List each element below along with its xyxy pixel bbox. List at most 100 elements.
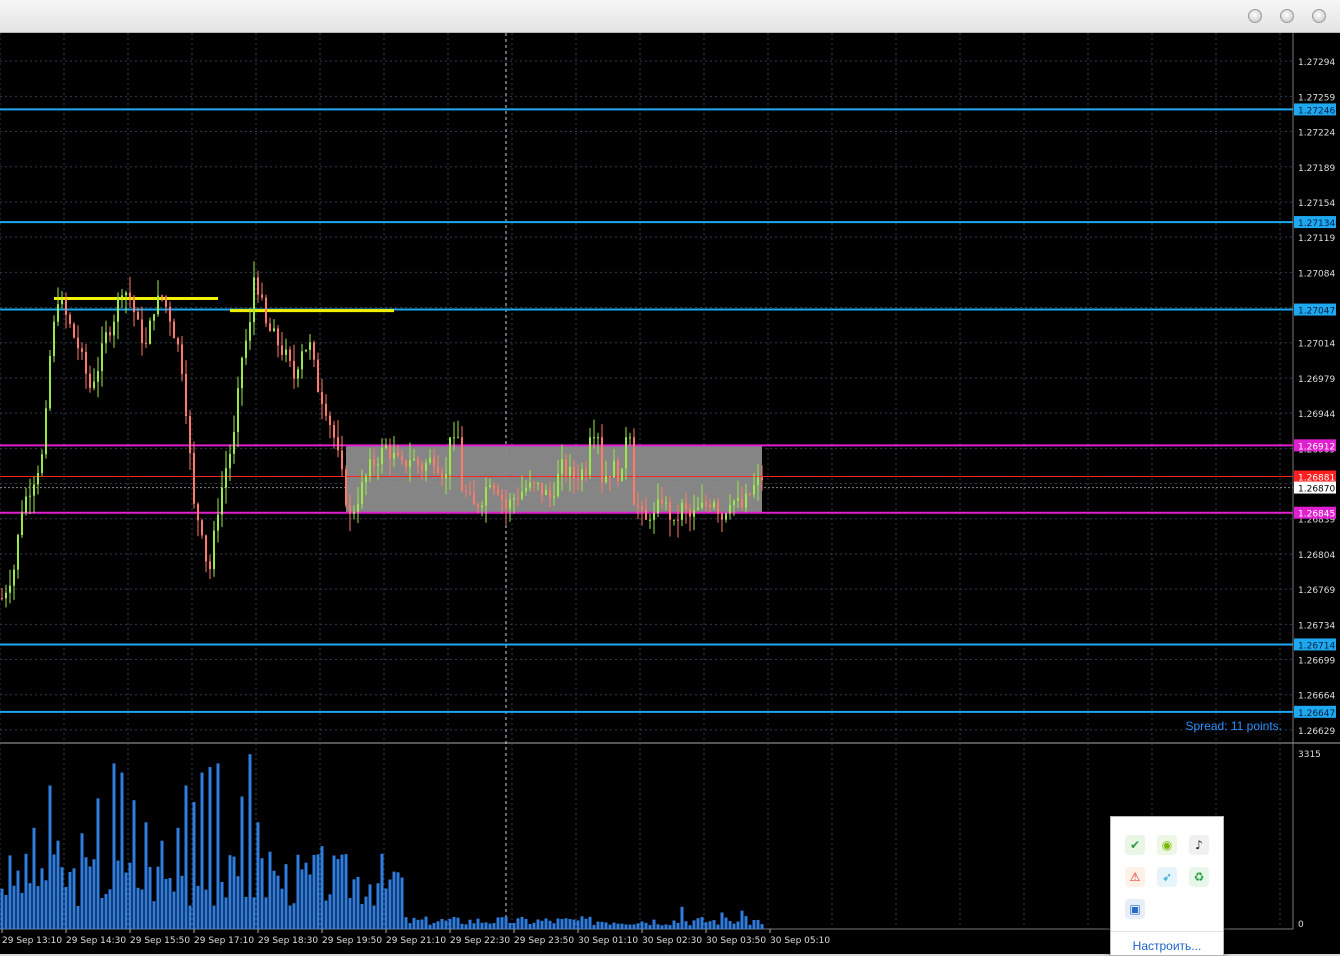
volume-bar: [156, 866, 160, 929]
time-tick-label: 29 Sep 15:50: [130, 936, 190, 946]
candle-body: [205, 535, 207, 562]
warning-icon[interactable]: ⚠: [1125, 867, 1145, 887]
volume-bar: [504, 916, 508, 929]
candle-body: [693, 509, 695, 517]
sound-icon[interactable]: ♪: [1189, 835, 1209, 855]
price-tick-label: 1.27084: [1298, 269, 1335, 279]
volume-bar: [72, 868, 76, 929]
volume-bar: [568, 919, 572, 929]
volume-bar: [704, 922, 708, 929]
volume-bar: [444, 920, 448, 929]
candle-body: [357, 503, 359, 512]
volume-bar: [224, 897, 228, 929]
volume-bar: [44, 880, 48, 929]
tray-separator: [1111, 931, 1223, 932]
volume-bar: [120, 772, 124, 929]
candle-body: [401, 455, 403, 461]
candle-body: [89, 373, 91, 388]
volume-bar: [644, 922, 648, 929]
candle-body: [645, 509, 647, 520]
candle-body: [625, 437, 627, 469]
candle-body: [421, 464, 423, 471]
volume-bar: [20, 892, 24, 929]
nvidia-icon[interactable]: ◉: [1157, 835, 1177, 855]
volume-bar: [628, 924, 632, 929]
candle-body: [493, 484, 495, 489]
time-tick-label: 29 Sep 18:30: [258, 936, 318, 946]
candle-body: [21, 512, 23, 535]
candle-body: [289, 349, 291, 361]
candle-body: [253, 277, 255, 323]
candle-body: [609, 476, 611, 478]
feather-icon[interactable]: ➶: [1157, 867, 1177, 887]
candle-body: [597, 437, 599, 439]
candle-body: [705, 502, 707, 505]
volume-bar: [596, 921, 600, 929]
volume-bar: [280, 888, 284, 929]
candle-body: [449, 437, 451, 475]
volume-bar: [524, 918, 528, 929]
candle-body: [225, 468, 227, 488]
volume-bar: [232, 856, 236, 929]
volume-bar: [572, 919, 576, 929]
maximize-button[interactable]: [1280, 9, 1294, 23]
candle-body: [41, 454, 43, 474]
candle-body: [17, 534, 19, 570]
candle-body: [49, 355, 51, 409]
candle-body: [685, 502, 687, 510]
minimize-button[interactable]: [1248, 9, 1262, 23]
volume-bar: [668, 925, 672, 929]
candle-body: [61, 299, 63, 305]
candle-body: [661, 499, 663, 504]
volume-bar: [272, 870, 276, 929]
volume-bar: [416, 919, 420, 929]
candle-body: [113, 321, 115, 336]
volume-bar: [96, 798, 100, 929]
volume-bar: [68, 871, 72, 929]
network-icon[interactable]: ▣: [1125, 899, 1145, 919]
volume-bar: [252, 897, 256, 929]
candle-body: [473, 492, 475, 505]
volume-bar: [540, 920, 544, 929]
tray-customize-link[interactable]: Настроить...: [1111, 939, 1223, 953]
shield-check-icon[interactable]: ✔: [1125, 835, 1145, 855]
price-tick-label: 1.26699: [1298, 657, 1335, 667]
candle-body: [621, 468, 623, 482]
candle-body: [445, 474, 447, 479]
volume-bar: [616, 923, 620, 929]
volume-bar: [88, 866, 92, 929]
candle-body: [337, 437, 339, 451]
close-button[interactable]: [1312, 9, 1326, 23]
price-tick-label: 1.26664: [1298, 692, 1335, 702]
candle-body: [333, 425, 335, 438]
volume-bar: [380, 853, 384, 929]
candle-body: [673, 519, 675, 521]
volume-bar: [244, 896, 248, 929]
price-tick-label: 1.27014: [1298, 340, 1335, 350]
volume-bar: [552, 923, 556, 929]
volume-bar: [296, 854, 300, 929]
recycle-icon[interactable]: ♻: [1189, 867, 1209, 887]
time-tick-label: 29 Sep 23:50: [514, 936, 574, 946]
candle-body: [453, 437, 455, 439]
candle-body: [185, 373, 187, 417]
volume-bar: [624, 924, 628, 929]
title-bar: [0, 0, 1340, 33]
candle-body: [465, 491, 467, 493]
price-tick-label: 1.26979: [1298, 375, 1335, 385]
volume-bar: [740, 910, 744, 929]
candle-body: [629, 437, 631, 439]
volume-bar: [560, 919, 564, 929]
candle-body: [29, 495, 31, 497]
volume-bar: [144, 822, 148, 929]
volume-bar: [212, 905, 216, 929]
candle-body: [161, 295, 163, 297]
volume-bar: [260, 858, 264, 929]
candle-body: [429, 457, 431, 463]
candle-body: [565, 459, 567, 476]
blue-level-tag: 1.27246: [1298, 106, 1335, 116]
candle-body: [389, 445, 391, 459]
volume-bar: [424, 916, 428, 929]
volume-bar: [516, 918, 520, 929]
candle-body: [285, 349, 287, 355]
